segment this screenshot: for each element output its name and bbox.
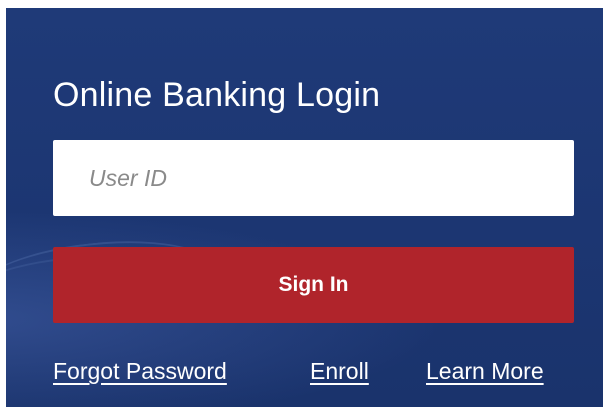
learn-more-link[interactable]: Learn More	[426, 358, 544, 385]
enroll-link[interactable]: Enroll	[310, 358, 369, 385]
login-title: Online Banking Login	[53, 76, 381, 114]
sign-in-button[interactable]: Sign In	[53, 247, 574, 323]
login-panel: Online Banking Login Sign In Forgot Pass…	[6, 8, 603, 407]
user-id-input[interactable]	[53, 140, 574, 216]
forgot-password-link[interactable]: Forgot Password	[53, 358, 227, 385]
login-links: Forgot Password Enroll Learn More	[53, 358, 593, 388]
